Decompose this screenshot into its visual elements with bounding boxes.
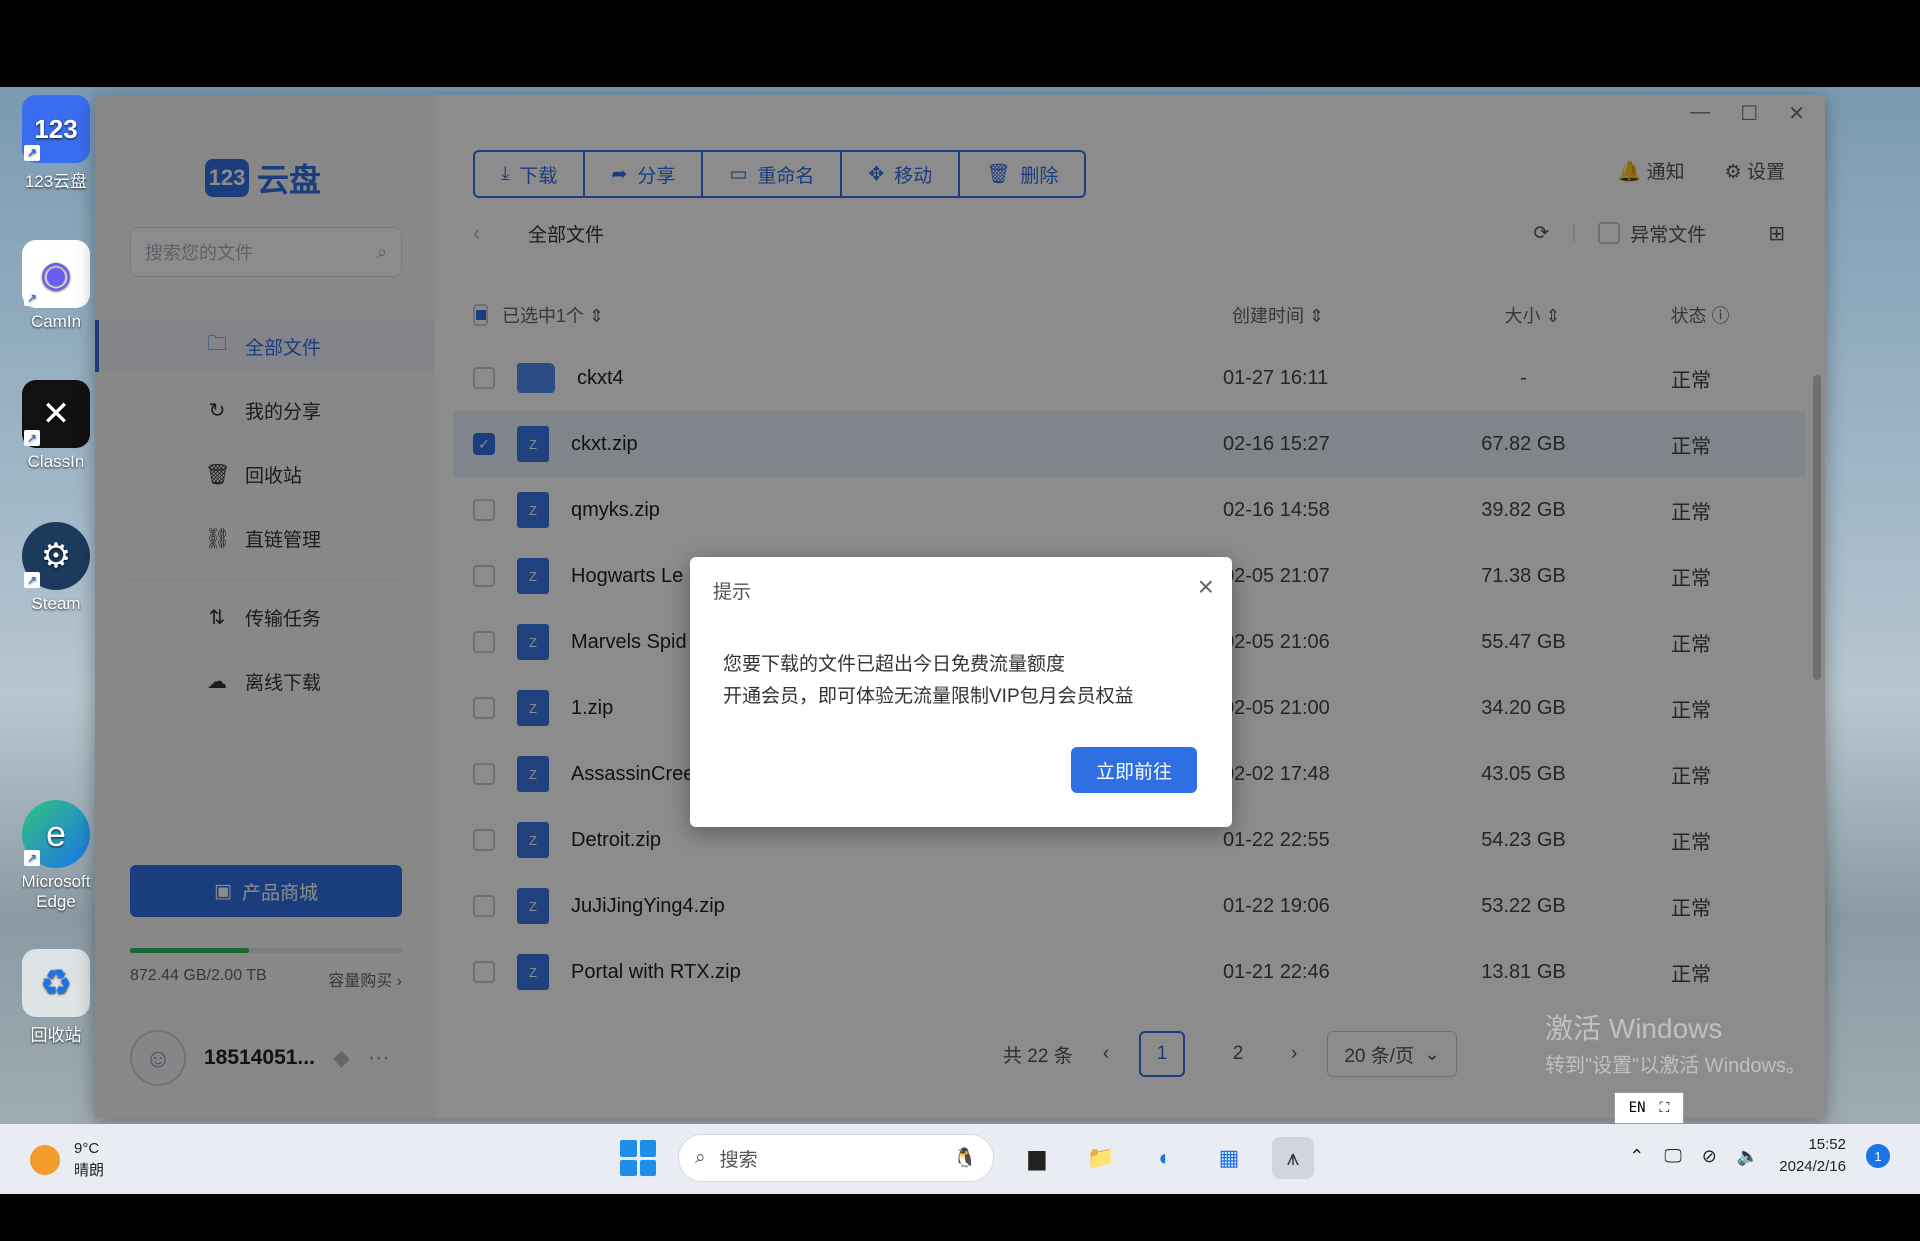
chevron-up-icon[interactable]: ⌃ (1629, 1146, 1644, 1167)
weather-condition: 晴朗 (74, 1162, 105, 1179)
desktop-icon-label: Steam (31, 594, 81, 613)
taskbar-search[interactable]: ⌕ 搜索 🐧 (678, 1134, 994, 1182)
camin-icon: ◉ ↗ (22, 240, 90, 308)
activation-watermark-sub: 转到"设置"以激活 Windows。 (1545, 1055, 1806, 1077)
desktop-icon-label: 123云盘 (24, 172, 88, 191)
desktop-icon-edge[interactable]: e ↗ Microsoft Edge (14, 800, 98, 912)
123pan-icon: 123 ↗ (22, 95, 90, 163)
search-highlight-icon: 🐧 (953, 1148, 977, 1169)
dialog-title: 提示 (713, 582, 752, 603)
activation-watermark: 激活 Windows (1545, 1013, 1723, 1044)
recycle-bin-icon: ♻ (22, 949, 90, 1017)
taskbar: 9°C 晴朗 ⌕ 搜索 🐧 ▆ 📁 ◐ ▦ ⩚ ⌃ 🖵 ⊘ 🔈 15:52 20… (0, 1124, 1920, 1194)
dialog-message-line2: 开通会员，即可体验无流量限制VIP包月会员权益 (723, 686, 1134, 707)
sun-icon (30, 1145, 60, 1175)
close-icon[interactable]: × (1198, 571, 1214, 603)
desktop-icon-camin[interactable]: ◉ ↗ CamIn (14, 240, 98, 332)
steam-icon: ⚙ ↗ (22, 522, 90, 590)
desktop-icon-label: ClassIn (27, 452, 85, 471)
ime-indicator[interactable]: EN ⛶ (1614, 1092, 1684, 1124)
desktop-icon-steam[interactable]: ⚙ ↗ Steam (14, 522, 98, 614)
desktop-icon-123pan[interactable]: 123 ↗ 123云盘 (14, 95, 98, 192)
taskbar-apps: ⌕ 搜索 🐧 ▆ 📁 ◐ ▦ ⩚ (620, 1134, 1314, 1182)
system-tray: ⌃ 🖵 ⊘ 🔈 15:52 2024/2/16 1 (1629, 1134, 1890, 1178)
taskbar-search-label: 搜索 (719, 1149, 758, 1171)
display-icon[interactable]: 🖵 (1664, 1146, 1681, 1167)
dialog-message-line1: 您要下载的文件已超出今日免费流量额度 (723, 654, 1066, 675)
go-now-button[interactable]: 立即前往 (1071, 747, 1197, 793)
network-icon[interactable]: ⊘ (1702, 1146, 1717, 1167)
windows-start-icon[interactable] (620, 1140, 656, 1176)
desktop: 123 ↗ 123云盘 ◉ ↗ CamIn ✕ ↗ ClassIn ⚙ ↗ Steam … (0, 87, 1920, 1194)
desktop-icon-label: Microsoft Edge (21, 872, 91, 911)
desktop-icon-recycle-bin[interactable]: ♻ 回收站 (14, 949, 98, 1046)
classin-icon: ✕ ↗ (22, 380, 90, 448)
clock-date: 2024/2/16 (1779, 1158, 1846, 1175)
edge-icon: e ↗ (22, 800, 90, 868)
temperature: 9°C (74, 1140, 100, 1157)
quota-exceeded-dialog: 提示 × 您要下载的文件已超出今日免费流量额度 开通会员，即可体验无流量限制VI… (690, 557, 1232, 827)
desktop-icon-classin[interactable]: ✕ ↗ ClassIn (14, 380, 98, 472)
assassin-creed-icon[interactable]: ⩚ (1272, 1137, 1314, 1179)
volume-icon[interactable]: 🔈 (1737, 1146, 1759, 1167)
notification-badge[interactable]: 1 (1866, 1144, 1890, 1168)
clock[interactable]: 15:52 2024/2/16 (1779, 1134, 1846, 1178)
file-explorer-icon[interactable]: 📁 (1080, 1137, 1122, 1179)
weather-widget[interactable]: 9°C 晴朗 (30, 1138, 104, 1182)
search-icon: ⌕ (695, 1147, 706, 1168)
dialog-message: 您要下载的文件已超出今日免费流量额度 开通会员，即可体验无流量限制VIP包月会员… (723, 649, 1134, 713)
store-icon[interactable]: ▦ (1208, 1137, 1250, 1179)
clock-time: 15:52 (1808, 1136, 1846, 1153)
task-view-icon[interactable]: ▆ (1016, 1137, 1058, 1179)
desktop-icon-label: CamIn (30, 312, 82, 331)
desktop-icon-label: 回收站 (30, 1026, 82, 1045)
edge-icon[interactable]: ◐ (1144, 1137, 1186, 1179)
